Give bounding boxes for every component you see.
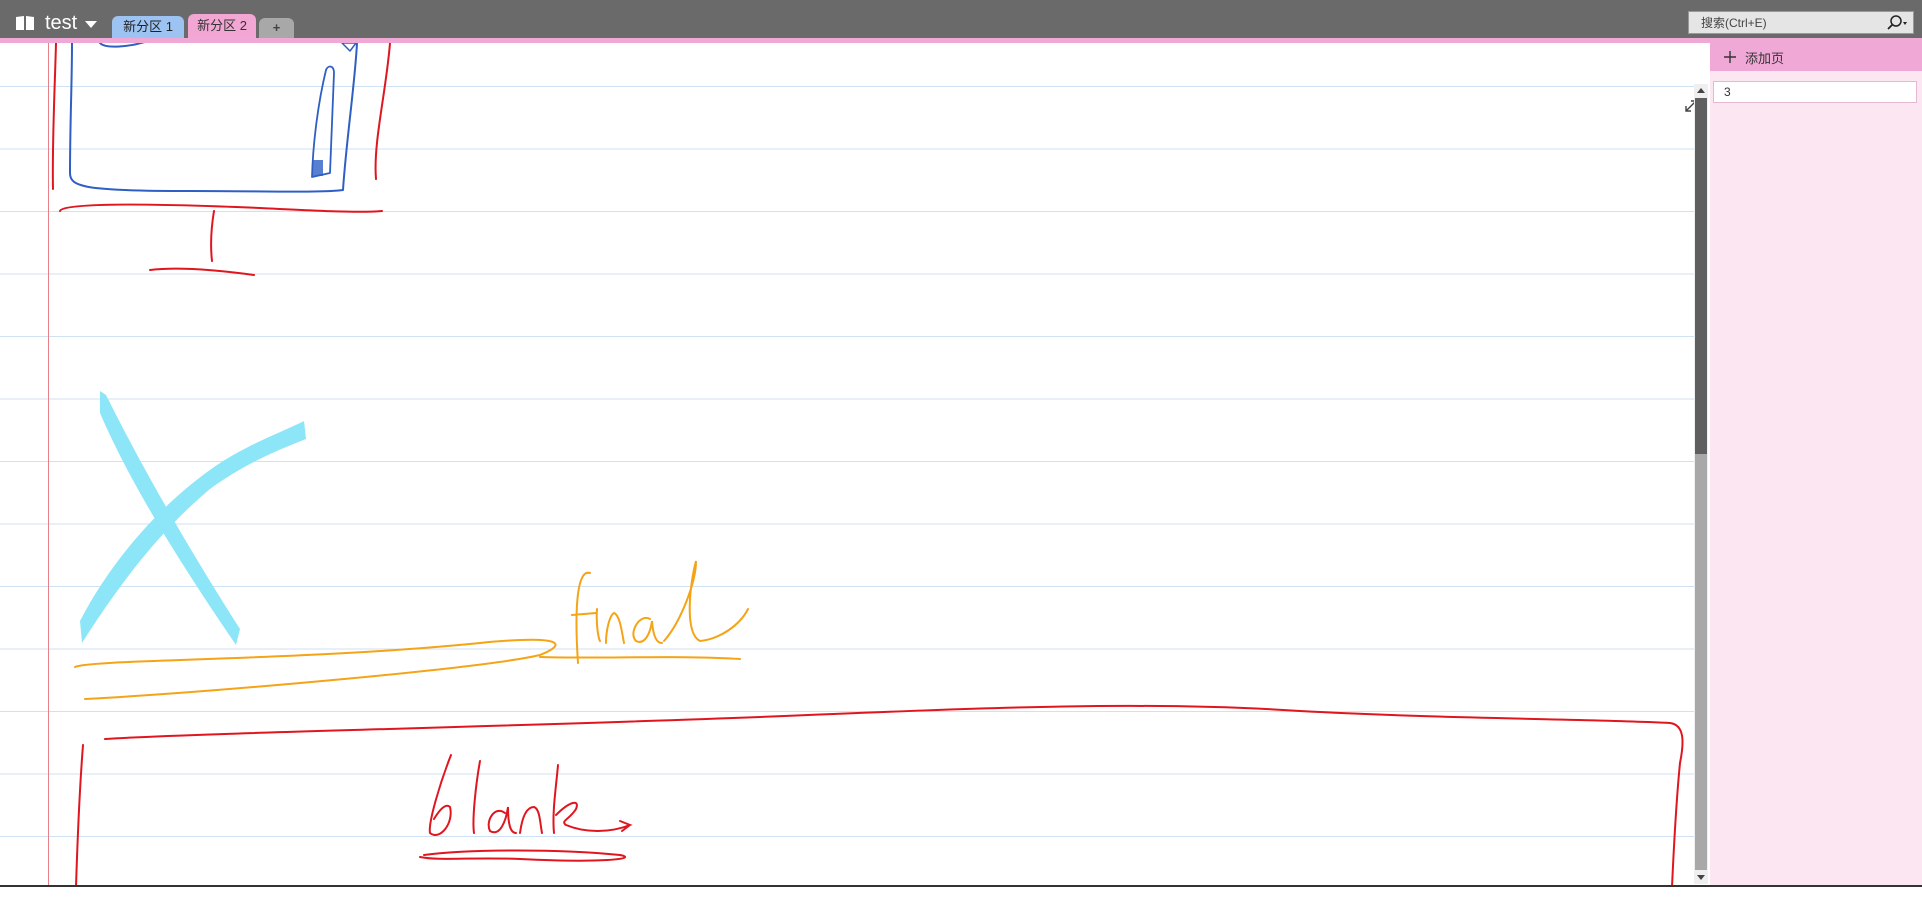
plus-icon [1724, 51, 1736, 63]
section-tab-2[interactable]: 新分区 2 [188, 14, 256, 38]
search-input[interactable] [1689, 12, 1881, 33]
add-page-label: 添加页 [1745, 50, 1785, 66]
final-underline-stroke [74, 638, 557, 700]
expand-icon[interactable] [1682, 97, 1694, 115]
monitor-foot-stroke [149, 267, 255, 276]
blank-box-drawing [75, 704, 1684, 887]
monitor-corner-mark [341, 43, 357, 52]
scroll-down-arrow-icon[interactable] [1695, 871, 1707, 883]
red-box-top-stroke [104, 704, 1684, 887]
final-handwriting [74, 560, 749, 700]
bottom-strip [0, 887, 1922, 912]
section-tab-1[interactable]: 新分区 1 [112, 16, 184, 38]
blank-letter-k [552, 764, 633, 834]
page-list-item[interactable]: 3 [1713, 81, 1917, 103]
cyan-check-mark [80, 391, 306, 645]
final-letter-a [632, 616, 663, 644]
add-section-button[interactable]: + [259, 18, 294, 38]
final-letter-n [605, 611, 625, 644]
chevron-down-icon [85, 20, 98, 28]
scrollbar-thumb[interactable] [1695, 98, 1707, 454]
note-canvas[interactable] [0, 43, 1694, 887]
monitor-drawing [51, 43, 391, 276]
monitor-outer-right-stroke [374, 43, 391, 180]
final-letter-f [571, 571, 597, 664]
ink-layer [51, 43, 1684, 887]
scrollbar-track[interactable] [1695, 454, 1707, 870]
monitor-top-scribble [99, 43, 145, 48]
final-baseline-stroke [539, 656, 741, 660]
page-list-pane: 添加页 3 [1710, 43, 1922, 887]
add-page-button[interactable]: 添加页 [1710, 43, 1922, 71]
title-bar: test 新分区 1 新分区 2 + [0, 0, 1922, 38]
monitor-stand-base-stroke [59, 203, 383, 213]
monitor-stand-neck-stroke [210, 210, 215, 262]
book-icon [16, 16, 34, 30]
notebook-switcher[interactable]: test [15, 10, 98, 36]
blank-letter-a [487, 806, 517, 834]
monitor-handle-fill [313, 160, 323, 176]
final-letter-i [595, 608, 601, 642]
blank-underline-stroke [419, 849, 627, 862]
search-icon[interactable] [1885, 14, 1909, 32]
blank-letter-b [428, 754, 452, 836]
scroll-up-arrow-icon[interactable] [1695, 85, 1707, 97]
search-box [1688, 11, 1914, 34]
blank-letter-n [519, 805, 543, 834]
red-box-left-stroke [75, 744, 84, 887]
notebook-title: test [45, 12, 78, 34]
blank-letter-l [472, 760, 481, 834]
final-letter-l [663, 560, 749, 643]
vertical-scrollbar[interactable] [1694, 84, 1708, 884]
monitor-outer-left-stroke [51, 43, 57, 190]
